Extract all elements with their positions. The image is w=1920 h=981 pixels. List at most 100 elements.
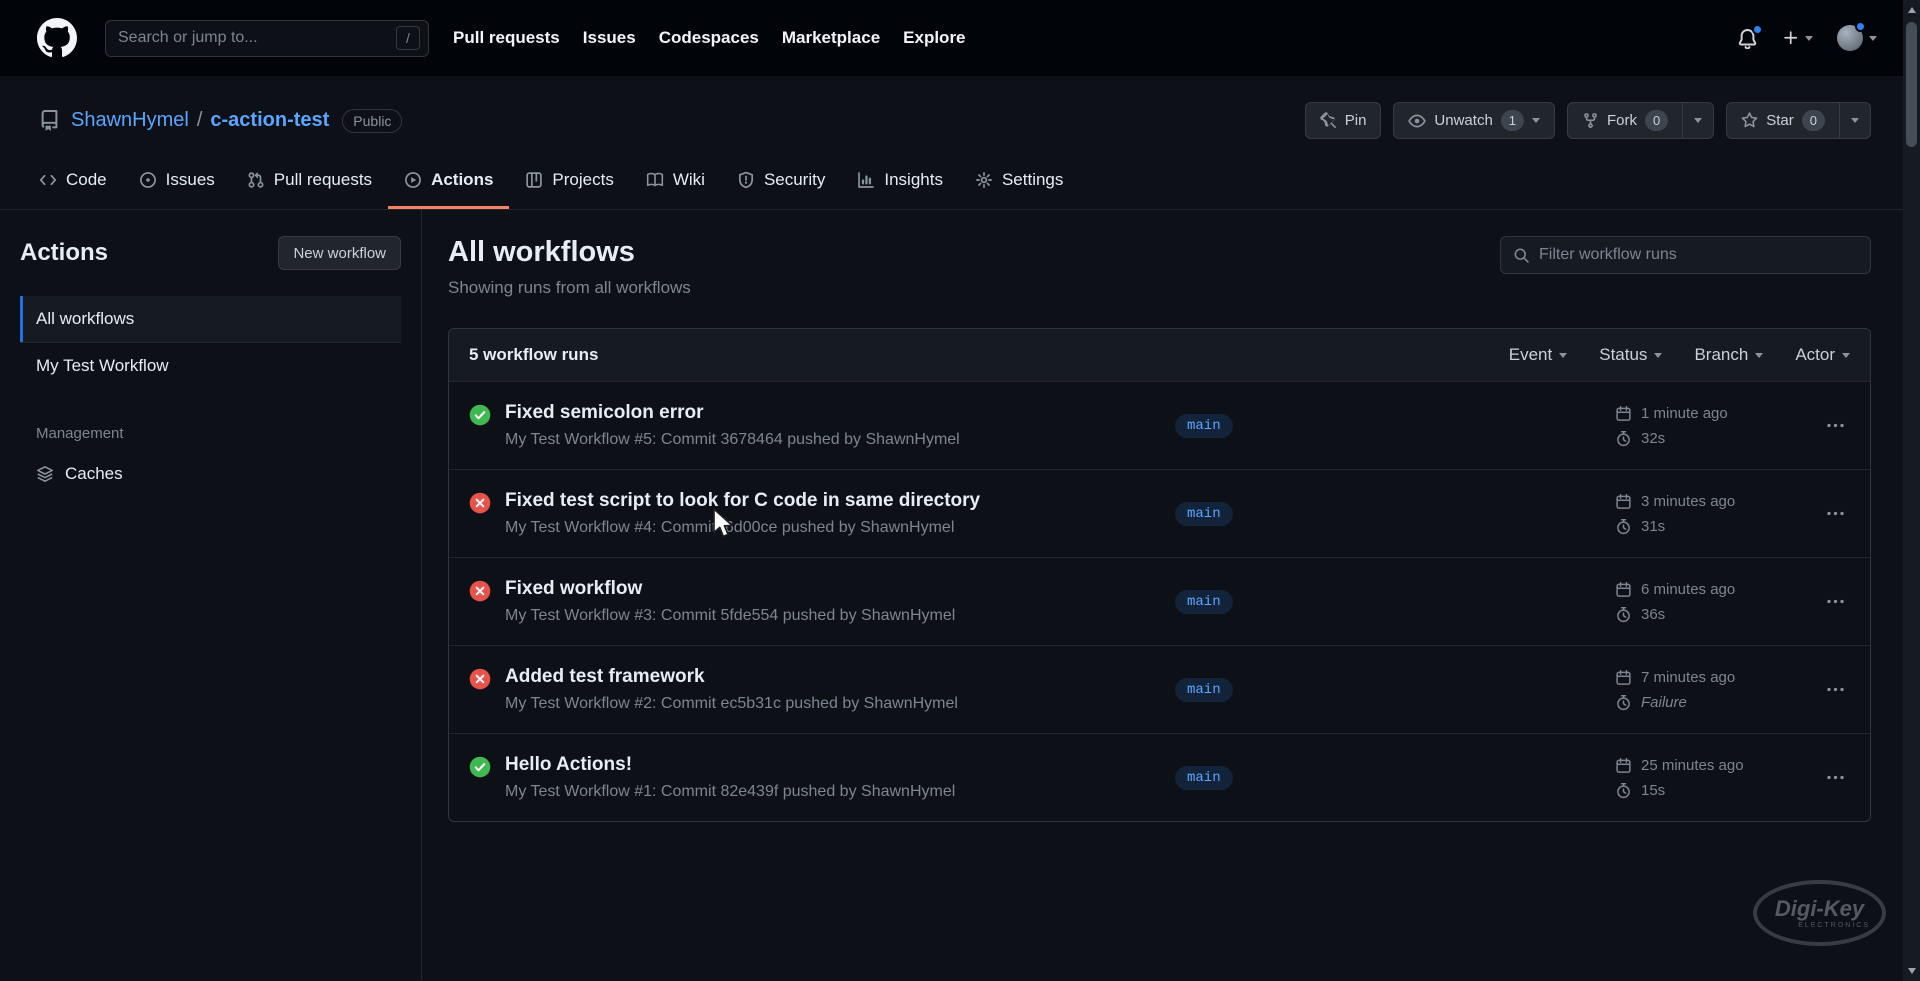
stopwatch-icon xyxy=(1615,694,1632,711)
tab-security[interactable]: Security xyxy=(721,153,841,209)
pin-button[interactable]: Pin xyxy=(1305,102,1382,139)
run-timing: 6 minutes ago 36s xyxy=(1615,581,1820,623)
run-meta: My Test Workflow #4: Commit f6d00ce push… xyxy=(505,519,980,537)
star-icon xyxy=(1741,112,1758,129)
run-time: 7 minutes ago xyxy=(1641,669,1735,686)
notifications-button[interactable] xyxy=(1737,28,1758,49)
star-dropdown-button[interactable] xyxy=(1840,102,1871,139)
global-search-input[interactable] xyxy=(118,29,396,47)
run-branch-cell: main xyxy=(1175,678,1615,702)
run-branch-cell: main xyxy=(1175,502,1615,526)
header-actions xyxy=(1737,25,1877,51)
run-status-icon xyxy=(469,580,491,602)
plus-icon xyxy=(1782,29,1800,47)
tab-projects[interactable]: Projects xyxy=(509,153,629,209)
run-title-link[interactable]: Hello Actions! xyxy=(505,754,955,776)
repo-owner-link[interactable]: ShawnHymel xyxy=(71,109,189,132)
branch-badge[interactable]: main xyxy=(1175,502,1233,526)
gear-icon xyxy=(975,171,993,189)
star-button[interactable]: Star 0 xyxy=(1726,102,1840,139)
branch-badge[interactable]: main xyxy=(1175,766,1233,790)
runs-filter-button[interactable]: Status xyxy=(1599,345,1662,365)
global-search[interactable]: / xyxy=(105,20,429,57)
global-nav-link[interactable]: Issues xyxy=(583,28,636,48)
graph-icon xyxy=(857,171,875,189)
run-timing: 25 minutes ago 15s xyxy=(1615,757,1820,799)
eye-icon xyxy=(1408,112,1426,130)
run-status-icon xyxy=(469,404,491,426)
tab-issues[interactable]: Issues xyxy=(123,153,231,209)
vertical-scrollbar[interactable] xyxy=(1903,0,1920,981)
fork-dropdown-button[interactable] xyxy=(1683,102,1714,139)
calendar-icon xyxy=(1615,757,1632,774)
branch-badge[interactable]: main xyxy=(1175,678,1233,702)
tab-code[interactable]: Code xyxy=(23,153,123,209)
run-duration: 31s xyxy=(1641,518,1665,535)
fork-button[interactable]: Fork 0 xyxy=(1567,102,1683,139)
selected-accent-bar xyxy=(20,296,23,342)
search-shortcut-key: / xyxy=(396,26,420,50)
workflows-main: All workflows Showing runs from all work… xyxy=(422,210,1903,980)
chevron-down-icon xyxy=(1559,353,1567,358)
pull-request-icon xyxy=(247,171,265,189)
page-title: All workflows xyxy=(448,236,691,269)
repo-name-link[interactable]: c-action-test xyxy=(210,109,329,132)
chevron-down-icon xyxy=(1694,118,1702,123)
global-nav-link[interactable]: Explore xyxy=(903,28,965,48)
unwatch-button[interactable]: Unwatch 1 xyxy=(1393,102,1555,139)
management-section-label: Management xyxy=(20,425,401,442)
run-options-button[interactable] xyxy=(1823,413,1848,438)
chevron-down-icon xyxy=(1532,118,1540,123)
code-icon xyxy=(39,171,57,189)
browser-viewport: / Pull requests Issues Codespaces Market… xyxy=(0,0,1903,981)
run-options-button[interactable] xyxy=(1823,501,1848,526)
sidebar-item-all-workflows[interactable]: All workflows xyxy=(20,296,401,343)
scroll-down-arrow[interactable] xyxy=(1903,963,1920,979)
calendar-icon xyxy=(1615,581,1632,598)
chevron-down-icon xyxy=(1755,353,1763,358)
chevron-down-icon xyxy=(1805,36,1813,41)
run-options-button[interactable] xyxy=(1823,677,1848,702)
book-icon xyxy=(646,171,664,189)
tab-pull-requests[interactable]: Pull requests xyxy=(231,153,388,209)
tab-settings[interactable]: Settings xyxy=(959,153,1079,209)
sidebar-item-caches[interactable]: Caches xyxy=(20,452,401,496)
run-title-link[interactable]: Fixed semicolon error xyxy=(505,402,960,424)
create-new-button[interactable] xyxy=(1782,29,1813,47)
global-nav-link[interactable]: Codespaces xyxy=(659,28,759,48)
tab-insights[interactable]: Insights xyxy=(841,153,959,209)
runs-filter-button[interactable]: Actor xyxy=(1795,345,1850,365)
user-menu-button[interactable] xyxy=(1837,25,1877,51)
github-logo[interactable] xyxy=(37,18,77,58)
x-circle-icon xyxy=(469,492,491,514)
run-title-link[interactable]: Fixed workflow xyxy=(505,578,955,600)
run-title-link[interactable]: Fixed test script to look for C code in … xyxy=(505,490,980,512)
global-nav-link[interactable]: Marketplace xyxy=(782,28,880,48)
scroll-up-arrow[interactable] xyxy=(1903,2,1920,18)
github-header: / Pull requests Issues Codespaces Market… xyxy=(0,0,1903,76)
sidebar-item-my-test-workflow[interactable]: My Test Workflow xyxy=(20,343,401,389)
kebab-icon xyxy=(1826,768,1845,787)
runs-filter-button[interactable]: Event xyxy=(1509,345,1567,365)
calendar-icon xyxy=(1615,493,1632,510)
filter-workflow-runs-box[interactable] xyxy=(1500,236,1871,274)
run-title-link[interactable]: Added test framework xyxy=(505,666,958,688)
runs-filter-button[interactable]: Branch xyxy=(1694,345,1763,365)
tab-actions[interactable]: Actions xyxy=(388,153,509,209)
run-time: 25 minutes ago xyxy=(1641,757,1744,774)
stack-icon xyxy=(36,465,54,483)
run-options-button[interactable] xyxy=(1823,589,1848,614)
scrollbar-thumb[interactable] xyxy=(1906,22,1917,147)
branch-badge[interactable]: main xyxy=(1175,414,1233,438)
workflow-run-row: Fixed workflow My Test Workflow #3: Comm… xyxy=(449,557,1870,645)
repo-header: ShawnHymel / c-action-test Public Pin Un… xyxy=(0,76,1903,139)
tab-wiki[interactable]: Wiki xyxy=(630,153,721,209)
filter-workflow-runs-input[interactable] xyxy=(1539,246,1858,264)
global-nav-link[interactable]: Pull requests xyxy=(453,28,560,48)
github-mark-icon xyxy=(37,18,77,58)
run-options-button[interactable] xyxy=(1823,765,1848,790)
stopwatch-icon xyxy=(1615,518,1632,535)
new-workflow-button[interactable]: New workflow xyxy=(278,236,401,270)
branch-badge[interactable]: main xyxy=(1175,590,1233,614)
fork-icon xyxy=(1582,112,1599,129)
